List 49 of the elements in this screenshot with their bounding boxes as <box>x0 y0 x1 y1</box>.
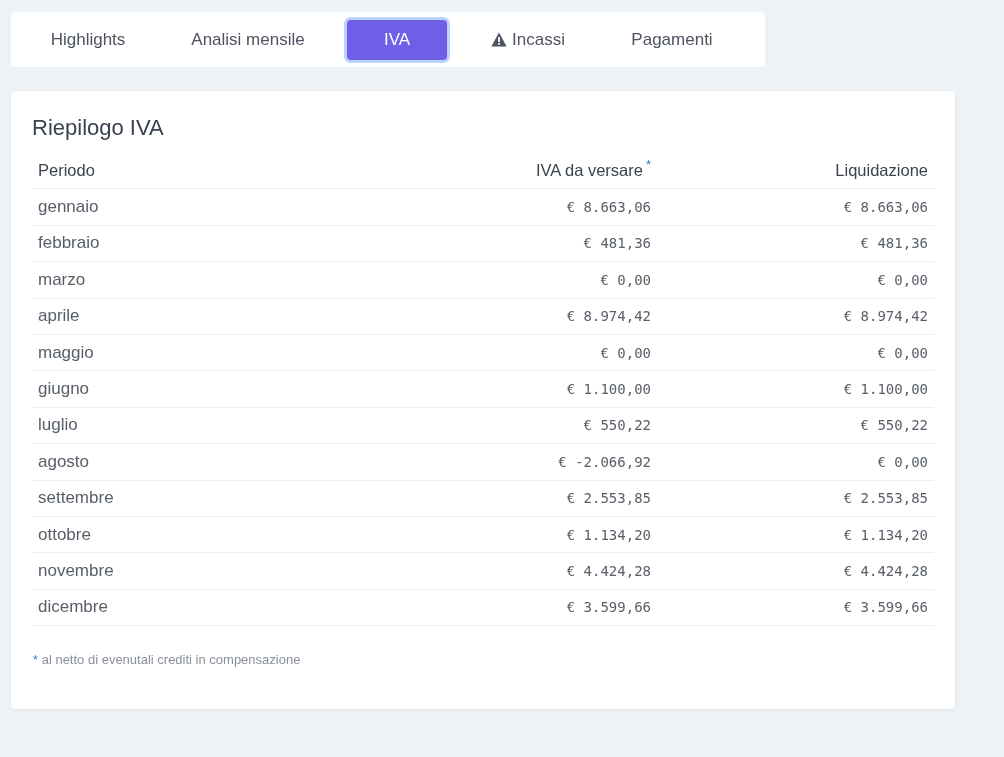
tab[interactable]: Incassi <box>463 19 593 60</box>
table-cell-text: € 1.134,20 <box>565 526 652 543</box>
footnote-mark: * <box>33 652 38 667</box>
table-cell-text: ottobre <box>37 524 92 545</box>
table-cell-text: giugno <box>37 379 91 400</box>
footnote-mark: * <box>645 157 651 173</box>
table-cell-text: € 8.663,06 <box>842 199 929 216</box>
table-cell-text: aprile <box>37 306 81 327</box>
tab[interactable]: IVA <box>347 19 447 60</box>
table-cell-text: € 1.100,00 <box>565 381 652 398</box>
column-header: IVA da versare <box>535 161 643 181</box>
table-cell-text: € 481,36 <box>859 235 929 252</box>
table-cell-text: € 4.424,28 <box>565 563 652 579</box>
table-cell-text: € -2.066,92 <box>557 453 652 470</box>
table-cell-text: luglio <box>37 415 79 436</box>
table-cell-text: € 0,00 <box>599 271 652 288</box>
warning-icon <box>491 32 508 47</box>
footnote-text: al netto di evenutali crediti in compensazione <box>41 652 301 668</box>
table-cell-text: € 8.974,42 <box>842 308 929 325</box>
table-cell-text: € 481,36 <box>582 235 652 252</box>
table-cell-text: € 4.424,28 <box>842 563 929 579</box>
table-cell-text: € 2.553,85 <box>565 490 652 507</box>
table-cell-text: novembre <box>37 561 115 581</box>
table-cell-text: febbraio <box>37 233 101 254</box>
table-cell-text: € 1.134,20 <box>842 526 929 543</box>
table-cell-text: € 550,22 <box>582 417 652 434</box>
table-cell-text: € 0,00 <box>876 271 929 288</box>
table-cell-text: € 0,00 <box>876 453 929 470</box>
table-cell-text: € 1.100,00 <box>842 381 929 398</box>
table-cell-text: € 0,00 <box>599 344 652 361</box>
tab[interactable]: Highlights <box>21 19 155 60</box>
table-cell-text: gennaio <box>37 197 100 218</box>
table-cell-text: € 8.974,42 <box>565 308 652 325</box>
tab[interactable]: Analisi mensile <box>163 19 333 60</box>
table-cell-text: € 550,22 <box>859 417 929 434</box>
tab[interactable]: Pagamenti <box>607 19 737 60</box>
card-title: Riepilogo IVA <box>32 115 165 141</box>
column-header: Periodo <box>38 161 95 181</box>
table-cell-text: € 3.599,66 <box>565 599 652 616</box>
table-cell-text: dicembre <box>37 597 109 618</box>
table-cell-text: settembre <box>37 488 115 509</box>
table-cell-text: € 3.599,66 <box>842 599 929 616</box>
table-cell-text: € 8.663,06 <box>565 199 652 216</box>
table-cell-text: agosto <box>37 451 91 472</box>
table-cell-text: maggio <box>37 342 95 363</box>
table-cell-text: marzo <box>37 269 87 290</box>
table-cell-text: € 0,00 <box>876 344 929 361</box>
column-header: Liquidazione <box>835 161 928 181</box>
table-cell-text: € 2.553,85 <box>842 490 929 507</box>
